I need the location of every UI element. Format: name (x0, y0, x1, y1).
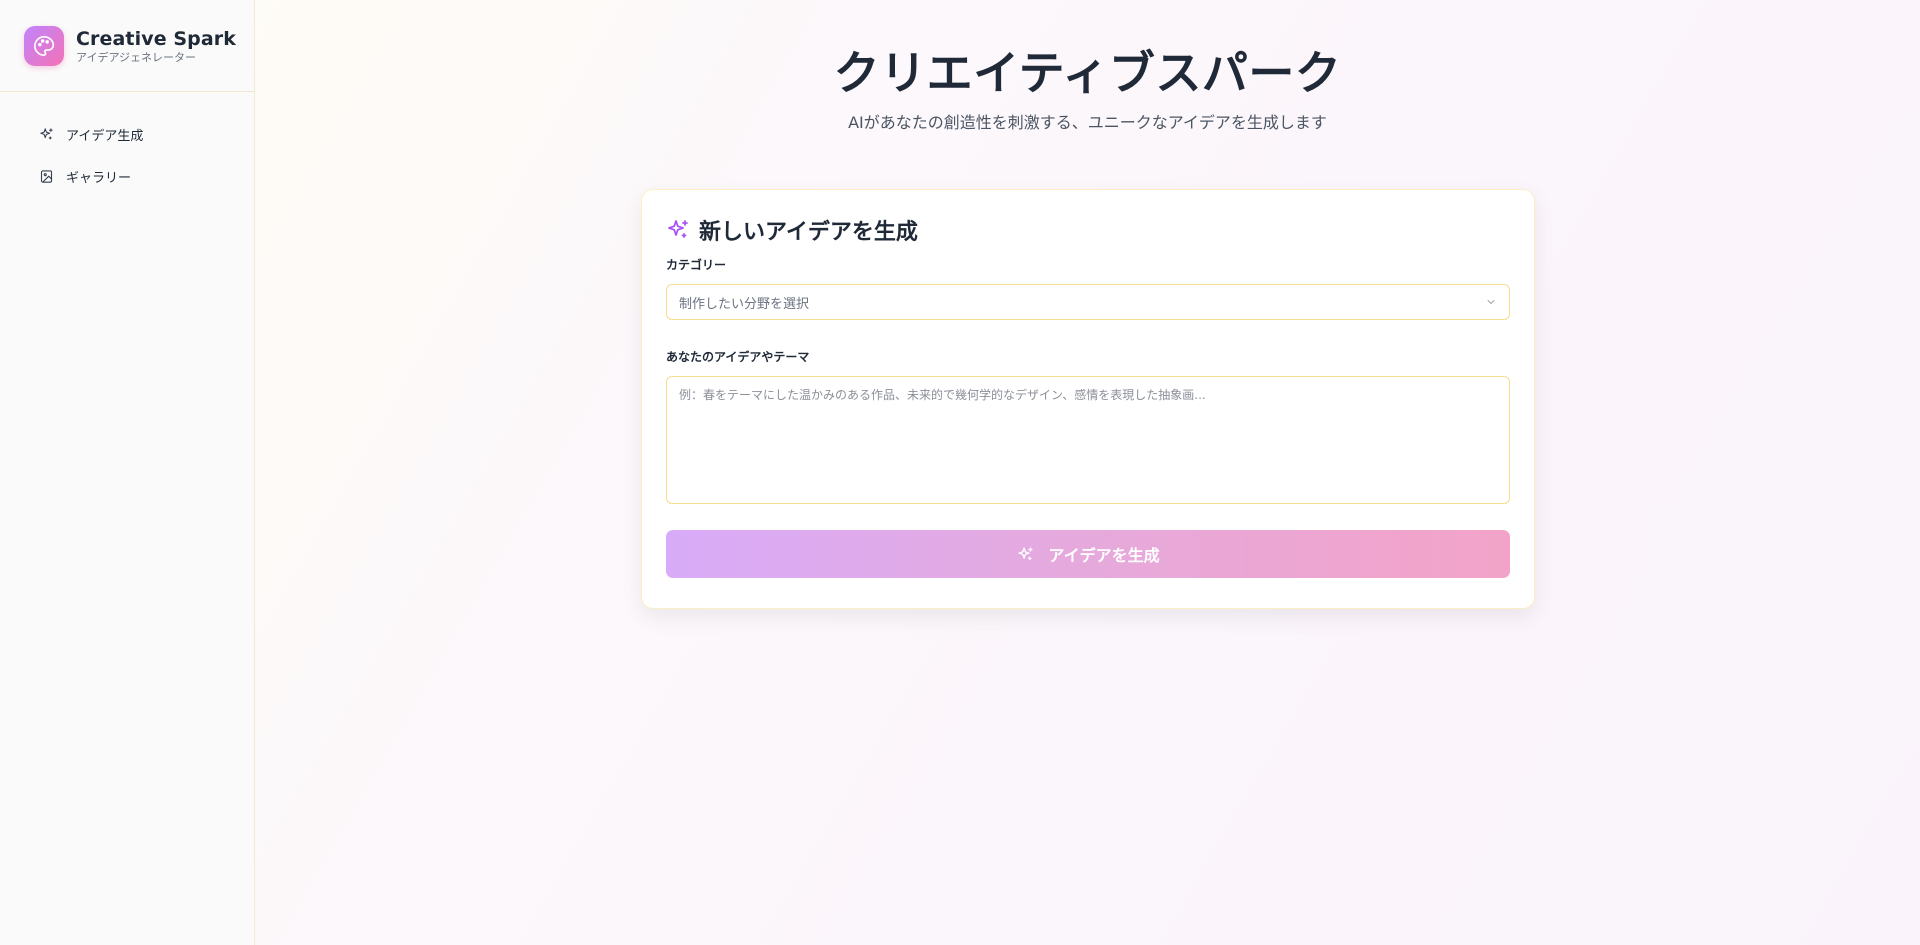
page-subtitle: AIがあなたの創造性を刺激する、ユニークなアイデアを生成します (848, 113, 1327, 132)
sparkles-icon (666, 218, 690, 242)
palette-icon (24, 25, 64, 66)
card-header: 新しいアイデアを生成 (666, 216, 1510, 245)
hero: クリエイティブスパーク AIがあなたの創造性を刺激する、ユニークなアイデアを生成… (255, 0, 1920, 134)
generate-idea-button[interactable]: アイデアを生成 (666, 530, 1510, 578)
sidebar-nav: アイデア生成 ギャラリー (0, 92, 254, 196)
card-title: 新しいアイデアを生成 (699, 220, 918, 245)
sidebar-item-gallery[interactable]: ギャラリー (12, 156, 242, 196)
chevron-down-icon (1485, 293, 1497, 312)
brand: Creative Spark アイデアジェネレーター (0, 0, 254, 92)
image-icon (38, 168, 54, 184)
category-select[interactable]: 制作したい分野を選択 (666, 284, 1510, 320)
category-label: カテゴリー (666, 258, 727, 272)
page-title: クリエイティブスパーク (833, 46, 1342, 100)
sidebar-item-label: ギャラリー (66, 170, 132, 186)
sparkles-icon (1016, 545, 1034, 563)
sidebar-item-label: アイデア生成 (66, 128, 144, 144)
idea-form-card: 新しいアイデアを生成 カテゴリー 制作したい分野を選択 あなたのアイデアやテーマ (641, 189, 1535, 609)
sidebar: Creative Spark アイデアジェネレーター アイデア生成 ギャラリー (0, 0, 255, 945)
sparkles-icon (38, 126, 54, 142)
idea-textarea[interactable] (666, 376, 1510, 504)
main-content: クリエイティブスパーク AIがあなたの創造性を刺激する、ユニークなアイデアを生成… (255, 0, 1920, 945)
generate-button-label: アイデアを生成 (1048, 546, 1160, 565)
brand-subtitle: アイデアジェネレーター (76, 50, 197, 64)
category-select-placeholder: 制作したい分野を選択 (679, 296, 810, 312)
brand-text: Creative Spark アイデアジェネレーター (76, 27, 236, 65)
idea-label: あなたのアイデアやテーマ (666, 350, 810, 364)
app-root: Creative Spark アイデアジェネレーター アイデア生成 ギャラリー … (0, 0, 1920, 945)
brand-title: Creative Spark (76, 27, 237, 50)
sidebar-item-idea-generation[interactable]: アイデア生成 (12, 114, 242, 154)
